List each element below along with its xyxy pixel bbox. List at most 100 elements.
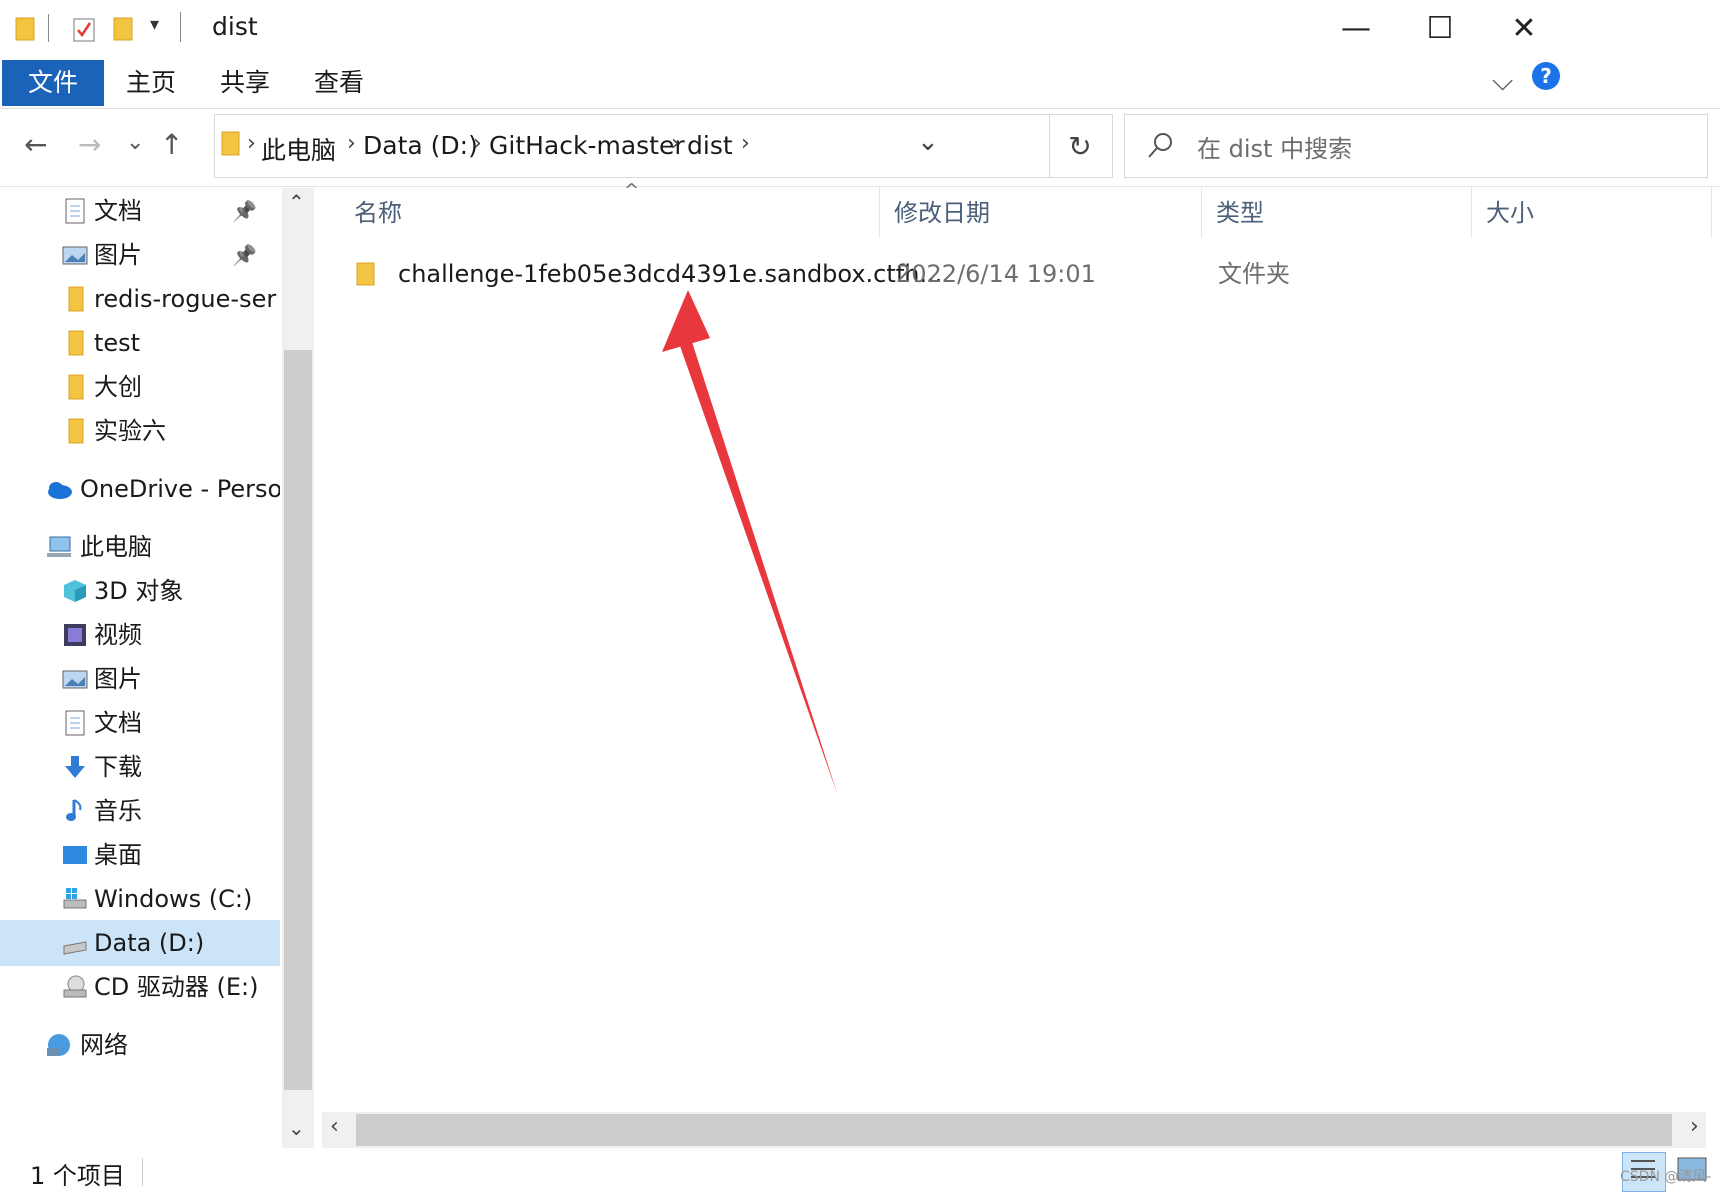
sidebar-item[interactable]: redis-rogue-ser	[0, 276, 280, 322]
sidebar-item[interactable]: 网络	[0, 1022, 280, 1068]
sidebar-item-label: OneDrive - Perso	[80, 475, 280, 503]
sidebar-item-label: 图片	[94, 241, 142, 269]
watermark: CSDN @清风-	[1620, 1169, 1712, 1185]
sidebar-item-label: 此电脑	[80, 533, 152, 561]
folder-icon[interactable]	[112, 16, 134, 42]
address-bar[interactable]: › 此电脑 › Data (D:) › GitHack-master › dis…	[214, 114, 1050, 178]
sidebar-item[interactable]: 图片 📌	[0, 232, 280, 278]
scroll-right-icon[interactable]: ›	[1690, 1114, 1699, 1139]
title-bar: ▾ dist — ☐ ✕	[0, 0, 1720, 56]
picture-icon	[62, 670, 88, 689]
music-icon	[66, 799, 82, 821]
sidebar-item[interactable]: 桌面	[0, 832, 280, 878]
sidebar-item[interactable]: 下载	[0, 744, 280, 790]
sidebar-item[interactable]: 文档 📌	[0, 188, 280, 234]
windows-drive-icon	[63, 888, 87, 909]
sidebar-item[interactable]: 大创	[0, 364, 280, 410]
navigation-bar: ← → ⌄ ↑ › 此电脑 › Data (D:) › GitHack-mast…	[0, 110, 1720, 187]
folder-icon	[221, 131, 240, 156]
address-dropdown-icon[interactable]: ⌄	[917, 127, 939, 157]
file-date: 2022/6/14 19:01	[896, 260, 1096, 288]
column-size[interactable]: 大小	[1472, 188, 1712, 238]
folder-icon	[68, 418, 84, 444]
sidebar-item-label: 实验六	[94, 417, 166, 445]
pin-icon[interactable]: 📌	[232, 232, 257, 278]
folder-icon	[68, 374, 84, 400]
breadcrumb-githack-master[interactable]: GitHack-master	[489, 131, 685, 160]
sidebar-item[interactable]: 3D 对象	[0, 568, 280, 614]
breadcrumb-this-pc[interactable]: 此电脑	[261, 131, 336, 167]
sidebar-item-label: CD 驱动器 (E:)	[94, 973, 259, 1001]
sidebar-item[interactable]: 图片	[0, 656, 280, 702]
breadcrumb-data-drive[interactable]: Data (D:)	[363, 131, 478, 160]
sidebar-item[interactable]: 视频	[0, 612, 280, 658]
document-icon	[65, 198, 85, 224]
minimize-button[interactable]: —	[1310, 0, 1402, 56]
horizontal-scroll-thumb[interactable]	[356, 1114, 1672, 1146]
breadcrumb-dist[interactable]: dist	[687, 131, 733, 160]
desktop-icon	[63, 846, 87, 864]
column-type[interactable]: 类型	[1202, 188, 1472, 238]
sidebar-scroll-thumb[interactable]	[284, 350, 312, 1090]
network-icon	[47, 1034, 70, 1056]
search-input[interactable]: 在 dist 中搜索	[1197, 129, 1352, 164]
sidebar-item[interactable]: OneDrive - Perso	[0, 466, 280, 512]
chevron-right-icon: ›	[473, 131, 482, 156]
folder-icon[interactable]	[14, 16, 36, 42]
column-date-modified[interactable]: 修改日期	[880, 188, 1202, 238]
sidebar-item-label: Windows (C:)	[94, 885, 253, 913]
video-icon	[64, 624, 86, 646]
help-icon[interactable]: ?	[1532, 62, 1560, 90]
sidebar-item-label: redis-rogue-ser	[94, 285, 277, 313]
checkbox-icon[interactable]	[72, 16, 96, 44]
folder-icon	[68, 330, 84, 356]
chevron-right-icon: ›	[347, 131, 356, 156]
sidebar-item[interactable]: 音乐	[0, 788, 280, 834]
sidebar-item-label: 视频	[94, 621, 142, 649]
recent-locations-icon[interactable]: ⌄	[126, 130, 144, 155]
file-list: ^ 名称 修改日期 类型 大小 challenge-1feb05e3dcd439…	[318, 180, 1720, 1118]
file-type: 文件夹	[1218, 260, 1290, 288]
scroll-left-icon[interactable]: ‹	[330, 1114, 339, 1139]
search-icon	[1148, 133, 1172, 158]
file-name[interactable]: challenge-1feb05e3dcd4391e.sandbox.ctfh.…	[398, 254, 942, 294]
separator	[142, 1158, 143, 1186]
sidebar-item[interactable]: CD 驱动器 (E:)	[0, 964, 280, 1010]
drive-icon	[63, 941, 87, 955]
sidebar-item-label: 文档	[94, 197, 142, 225]
forward-icon[interactable]: →	[78, 128, 101, 161]
sidebar-item-label: Data (D:)	[94, 929, 205, 957]
computer-icon	[47, 536, 71, 557]
sidebar-item[interactable]: Data (D:)	[0, 920, 280, 966]
ribbon-tabs: 文件 主页 共享 查看 ⌵ ?	[0, 60, 1720, 109]
pin-icon[interactable]: 📌	[232, 188, 257, 234]
search-box[interactable]: 在 dist 中搜索	[1124, 114, 1708, 178]
sidebar-item-label: 音乐	[94, 797, 142, 825]
ribbon-expand-icon[interactable]: ⌵	[1492, 64, 1513, 98]
sidebar-item[interactable]: 实验六	[0, 408, 280, 454]
up-icon[interactable]: ↑	[160, 128, 183, 161]
folder-icon	[356, 262, 375, 286]
onedrive-icon	[48, 482, 72, 499]
sidebar-item[interactable]: test	[0, 320, 280, 366]
item-count: 1 个项目	[30, 1162, 125, 1190]
scroll-up-icon[interactable]: ⌃	[288, 190, 305, 214]
tab-view[interactable]: 查看	[296, 60, 382, 106]
scroll-down-icon[interactable]: ⌄	[288, 1116, 305, 1140]
separator	[180, 12, 181, 42]
maximize-button[interactable]: ☐	[1394, 0, 1486, 56]
close-button[interactable]: ✕	[1478, 0, 1570, 56]
cube-icon	[64, 580, 86, 602]
sidebar-item[interactable]: 此电脑	[0, 524, 280, 570]
sidebar-item[interactable]: Windows (C:)	[0, 876, 280, 922]
tab-file[interactable]: 文件	[2, 60, 104, 106]
tab-home[interactable]: 主页	[108, 60, 194, 106]
column-name[interactable]: 名称	[340, 188, 880, 238]
back-icon[interactable]: ←	[24, 128, 47, 161]
dropdown-icon[interactable]: ▾	[150, 14, 159, 35]
refresh-button[interactable]: ↻	[1048, 114, 1113, 178]
sidebar-item[interactable]: 文档	[0, 700, 280, 746]
tab-share[interactable]: 共享	[202, 60, 288, 106]
picture-icon	[62, 246, 88, 265]
annotation-arrow	[662, 290, 838, 796]
